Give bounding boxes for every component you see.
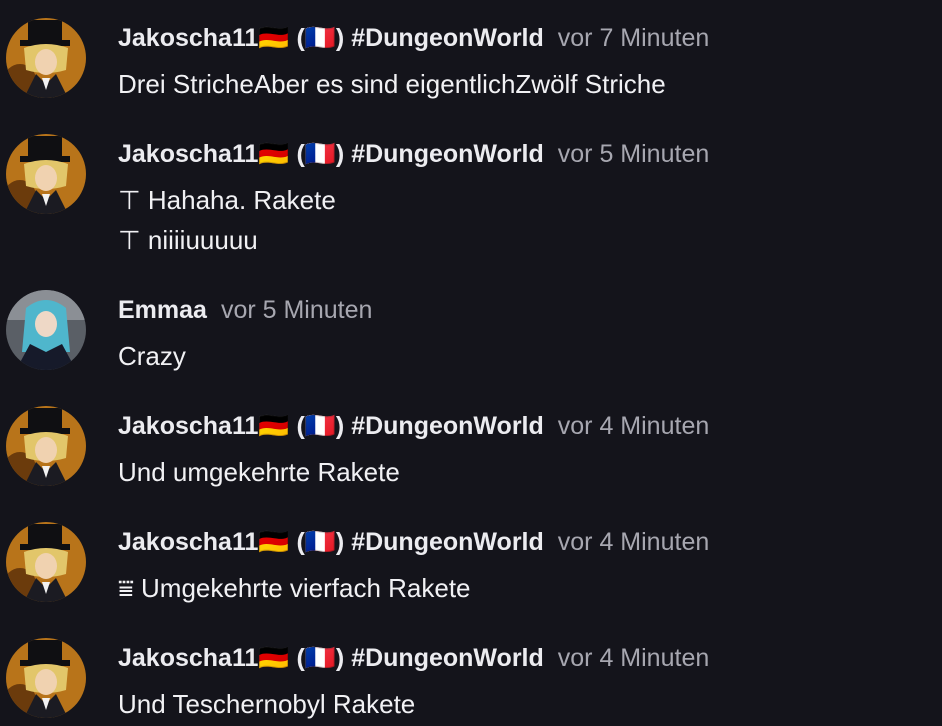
timestamp: vor 5 Minuten (557, 140, 710, 168)
username[interactable]: Emmaa (118, 296, 207, 324)
blonde-character-top-hat-icon (6, 406, 86, 486)
message-text: Und umgekehrte Rakete (118, 457, 400, 487)
username[interactable]: Jakoscha11🇩🇪 (🇫🇷) #DungeonWorld (118, 140, 544, 168)
message-text: Und Teschernobyl Rakete (118, 689, 416, 719)
message-header: Jakoscha11🇩🇪 (🇫🇷) #DungeonWorld vor 7 Min… (118, 23, 709, 53)
timestamp: vor 4 Minuten (557, 644, 710, 672)
message-text: ⩸ Umgekehrte vierfach Rakete (118, 573, 471, 603)
blonde-character-top-hat-icon (6, 522, 86, 602)
message-header: Emmaa vor 5 Minuten (118, 295, 372, 325)
user-avatar[interactable] (6, 290, 86, 370)
user-avatar[interactable] (6, 406, 86, 486)
username[interactable]: Jakoscha11🇩🇪 (🇫🇷) #DungeonWorld (118, 24, 544, 52)
blue-haired-character-icon (6, 290, 86, 370)
message-text: ⊤ Hahaha. Rakete (118, 185, 336, 215)
timestamp: vor 4 Minuten (557, 528, 710, 556)
username[interactable]: Jakoscha11🇩🇪 (🇫🇷) #DungeonWorld (118, 528, 544, 556)
timestamp: vor 5 Minuten (220, 296, 373, 324)
user-avatar[interactable] (6, 522, 86, 602)
user-avatar[interactable] (6, 18, 86, 98)
chat-log: Jakoscha11🇩🇪 (🇫🇷) #DungeonWorld vor 7 Min… (0, 0, 942, 726)
timestamp: vor 7 Minuten (557, 24, 710, 52)
message-header: Jakoscha11🇩🇪 (🇫🇷) #DungeonWorld vor 4 Min… (118, 527, 709, 557)
username[interactable]: Jakoscha11🇩🇪 (🇫🇷) #DungeonWorld (118, 412, 544, 440)
message-text: Crazy (118, 341, 186, 371)
user-avatar[interactable] (6, 134, 86, 214)
message-text: ⊤ niiiiuuuuu (118, 225, 258, 255)
message-header: Jakoscha11🇩🇪 (🇫🇷) #DungeonWorld vor 4 Min… (118, 411, 709, 441)
message-header: Jakoscha11🇩🇪 (🇫🇷) #DungeonWorld vor 4 Min… (118, 643, 709, 673)
user-avatar[interactable] (6, 638, 86, 718)
message-header: Jakoscha11🇩🇪 (🇫🇷) #DungeonWorld vor 5 Min… (118, 139, 709, 169)
blonde-character-top-hat-icon (6, 638, 86, 718)
blonde-character-top-hat-icon (6, 18, 86, 98)
blonde-character-top-hat-icon (6, 134, 86, 214)
message-text: Drei StricheAber es sind eigentlichZwölf… (118, 69, 666, 99)
timestamp: vor 4 Minuten (557, 412, 710, 440)
username[interactable]: Jakoscha11🇩🇪 (🇫🇷) #DungeonWorld (118, 644, 544, 672)
